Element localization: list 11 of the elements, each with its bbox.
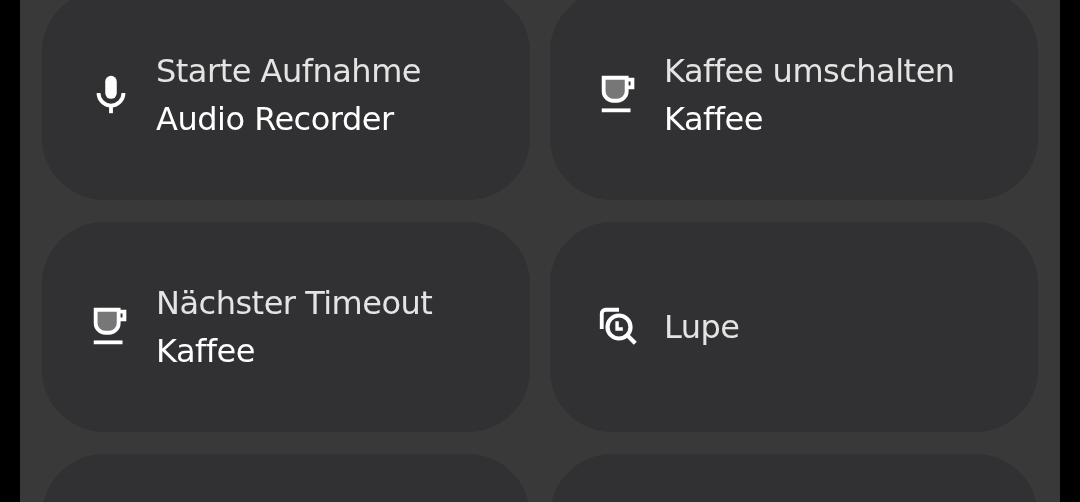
- quick-settings-tile[interactable]: Kaffee umschalten Kaffee: [550, 0, 1038, 200]
- tile-subtitle: Kaffee: [664, 100, 764, 138]
- tile-title: Kaffee umschalten: [664, 52, 955, 90]
- tile-title: Lupe: [664, 308, 740, 346]
- tile-subtitle: Kaffee: [156, 332, 256, 370]
- tile-subtitle: Audio Recorder: [156, 100, 395, 138]
- quick-settings-tile[interactable]: Nächster Timeout Kaffee: [42, 222, 530, 432]
- tile-title: Nächster Timeout: [156, 284, 433, 322]
- quick-settings-tile[interactable]: Lupe: [550, 222, 1038, 432]
- quick-settings-tile[interactable]: Starte Aufnahme Audio Recorder: [42, 0, 530, 200]
- tile-title: Starte Aufnahme: [156, 52, 421, 90]
